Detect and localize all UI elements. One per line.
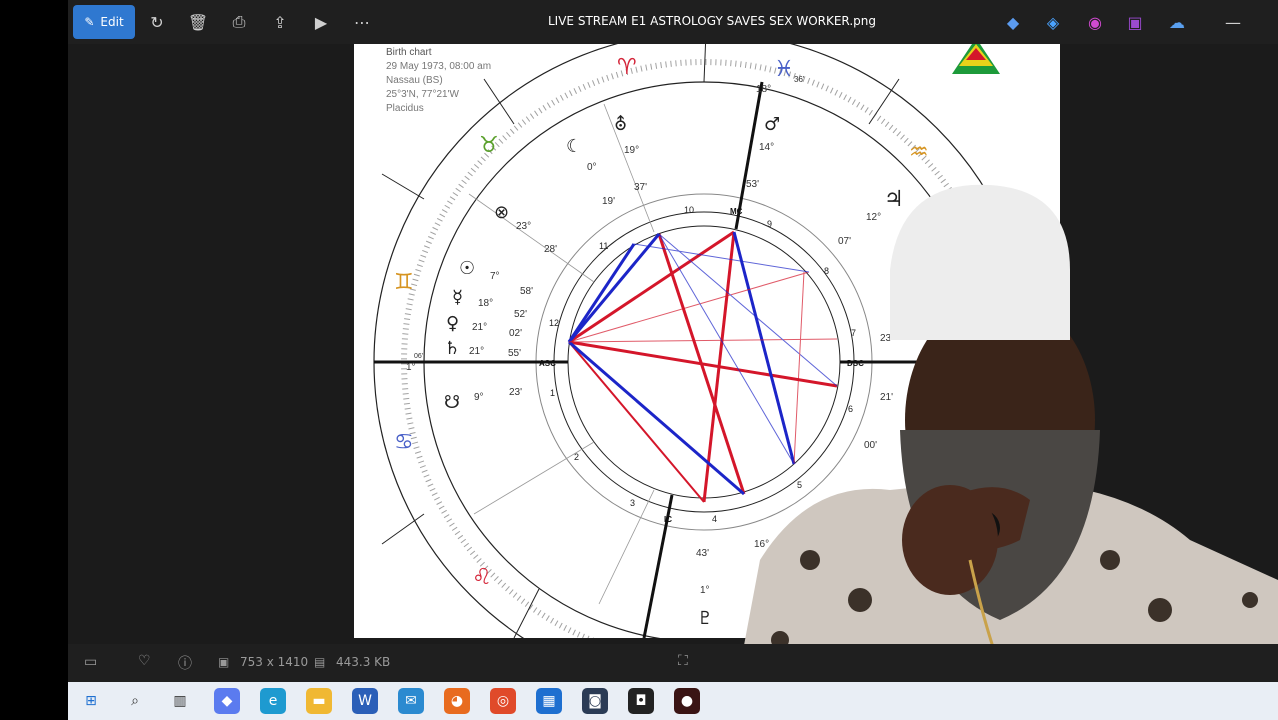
task-view-icon[interactable]: ▥ <box>167 688 193 714</box>
windows-start-icon[interactable]: ⊞ <box>78 688 104 714</box>
mercury-degree: 18° <box>478 298 493 309</box>
clipchamp-icon[interactable]: ▣ <box>1120 7 1150 37</box>
app-icon[interactable]: ◙ <box>582 688 608 714</box>
house-3-number: 3 <box>630 498 635 508</box>
mercury-minute: 52' <box>514 309 527 320</box>
outlook-icon[interactable]: ✉ <box>398 688 424 714</box>
node-degree: 9° <box>474 392 484 403</box>
fit-icon[interactable]: ⛶ <box>678 653 688 669</box>
edit-icon: ✎ <box>84 15 95 29</box>
house-11-number: 11 <box>599 241 608 251</box>
pisces-glyph-icon: ♓ <box>774 57 794 82</box>
moon-degree: 0° <box>587 162 597 173</box>
aries-glyph-icon: ♈ <box>617 55 637 80</box>
leo-glyph-icon: ♌ <box>472 565 492 590</box>
venus-icon: ♀ <box>446 313 459 334</box>
chart-header-place: Nassau (BS) <box>386 75 443 86</box>
uranus-degree: 19° <box>624 145 639 156</box>
mc-minute: 36' <box>794 75 805 84</box>
moon-icon: ☾ <box>566 136 582 157</box>
camera-icon[interactable]: ◘ <box>628 688 654 714</box>
image-dimensions: 753 x 1410 <box>240 655 309 669</box>
window-title: LIVE STREAM E1 ASTROLOGY SAVES SEX WORKE… <box>548 14 876 28</box>
uranus-minute: 37' <box>634 182 647 193</box>
chart-header-system: Placidus <box>386 103 424 114</box>
title-bar: ✎ Edit ↻ 🗑 ⎙ ⇪ ▶ ⋯ LIVE STREAM E1 ASTROL… <box>68 0 1278 44</box>
streamer-video-overlay <box>730 184 1278 720</box>
chart-header-title: Birth chart <box>386 47 432 58</box>
sun-icon: ☉ <box>459 258 475 279</box>
media-icon[interactable]: ● <box>674 688 700 714</box>
sun-minute: 58' <box>520 286 533 297</box>
file-size: 443.3 KB <box>336 655 391 669</box>
site-logo <box>952 44 1000 74</box>
more-icon[interactable]: ⋯ <box>347 7 377 37</box>
taurus-glyph-icon: ♉ <box>479 133 499 158</box>
asc-minute: 06' <box>414 353 423 360</box>
dimensions-icon: ▣ <box>218 655 230 669</box>
saturn-degree: 21° <box>469 346 484 357</box>
sun-degree: 7° <box>490 271 500 282</box>
edge-icon[interactable]: e <box>260 688 286 714</box>
aquarius-glyph-icon: ♒ <box>909 140 929 165</box>
moon-minute: 19' <box>602 196 615 207</box>
mercury-icon: ☿ <box>452 287 463 308</box>
copilot-icon[interactable]: ◆ <box>998 7 1028 37</box>
mars-degree: 14° <box>759 142 774 153</box>
node-icon: ☋ <box>444 392 460 413</box>
store-icon[interactable]: ▦ <box>536 688 562 714</box>
venus-degree: 21° <box>472 322 487 333</box>
slideshow-icon[interactable]: ▶ <box>306 7 336 37</box>
minimize-icon[interactable]: — <box>1218 7 1248 37</box>
copilot-taskbar-icon[interactable]: ◆ <box>214 688 240 714</box>
saturn-minute: 55' <box>508 348 521 359</box>
edit-label: Edit <box>100 15 124 29</box>
house-2-number: 2 <box>574 452 579 462</box>
favorite-icon[interactable]: ♡ <box>138 653 151 669</box>
edit-button[interactable]: ✎ Edit <box>73 5 135 39</box>
print-icon[interactable]: ⎙ <box>224 7 254 37</box>
gemini-glyph-icon: ♊ <box>394 270 414 295</box>
delete-icon[interactable]: 🗑 <box>183 7 213 37</box>
chart-header-coords: 25°3'N, 77°21'W <box>386 89 460 100</box>
generative-icon[interactable]: ◉ <box>1080 7 1110 37</box>
asc-label: ASC <box>539 359 556 368</box>
search-icon[interactable]: ⌕ <box>122 688 148 714</box>
status-bar: ▭ ♡ ⓘ ▣ 753 x 1410 ▤ 443.3 KB ⛶ <box>68 644 1278 682</box>
cancer-glyph-icon: ♋ <box>394 430 414 455</box>
mars-icon: ♂ <box>764 114 780 135</box>
info-icon[interactable]: ⓘ <box>178 653 192 673</box>
firefox-icon[interactable]: ◕ <box>444 688 470 714</box>
saturn-icon: ♄ <box>444 338 460 359</box>
pof-degree: 23° <box>516 221 531 232</box>
node-minute: 23' <box>509 387 522 398</box>
word-icon[interactable]: W <box>352 688 378 714</box>
asc-degree: 1° <box>406 362 416 373</box>
chart-header-date: 29 May 1973, 08:00 am <box>386 61 491 72</box>
venus-minute: 02' <box>509 328 522 339</box>
house-1-number: 1 <box>550 388 555 398</box>
mc-degree: 18° <box>756 84 771 95</box>
uranus-icon: ⛢ <box>614 114 627 135</box>
filesize-icon: ▤ <box>314 655 326 669</box>
part-of-fortune-icon: ⊗ <box>494 202 509 223</box>
ic-label: IC <box>664 515 672 524</box>
taskbar: ⊞ ⌕ ▥ ◆ e ▬ W ✉ ◕ ◎ ▦ ◙ ◘ ● <box>68 682 1278 720</box>
pof-minute: 28' <box>544 244 557 255</box>
onedrive-icon[interactable]: ☁ <box>1162 7 1192 37</box>
chrome-icon[interactable]: ◎ <box>490 688 516 714</box>
house-12-number: 12 <box>549 318 559 328</box>
designer-icon[interactable]: ◈ <box>1038 7 1068 37</box>
filmstrip-icon[interactable]: ▭ <box>84 654 97 670</box>
file-explorer-icon[interactable]: ▬ <box>306 688 332 714</box>
desktop-edge <box>0 0 68 720</box>
share-icon[interactable]: ⇪ <box>265 7 295 37</box>
rotate-icon[interactable]: ↻ <box>142 7 172 37</box>
